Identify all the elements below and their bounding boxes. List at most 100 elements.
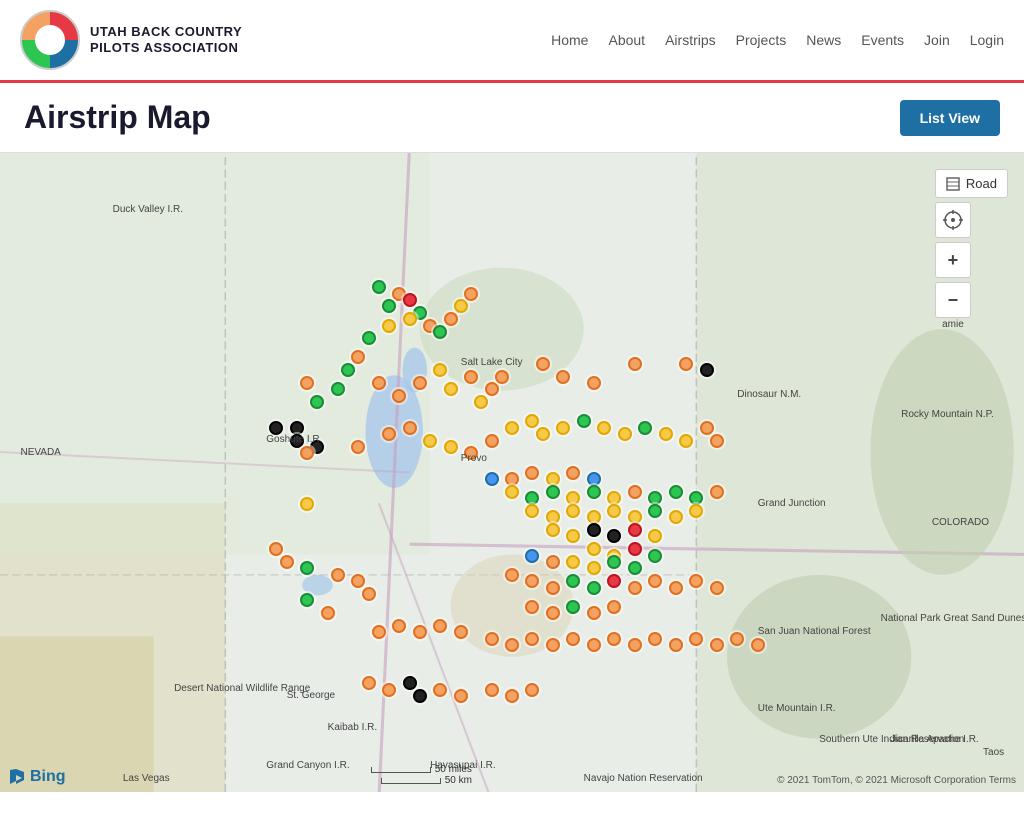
airstrip-marker[interactable] bbox=[648, 549, 662, 563]
airstrip-marker[interactable] bbox=[505, 421, 519, 435]
airstrip-marker[interactable] bbox=[536, 357, 550, 371]
airstrip-marker[interactable] bbox=[525, 600, 539, 614]
airstrip-marker[interactable] bbox=[546, 638, 560, 652]
airstrip-marker[interactable] bbox=[525, 466, 539, 480]
airstrip-marker[interactable] bbox=[372, 376, 386, 390]
airstrip-marker[interactable] bbox=[628, 357, 642, 371]
airstrip-marker[interactable] bbox=[444, 312, 458, 326]
airstrip-marker[interactable] bbox=[341, 363, 355, 377]
airstrip-marker[interactable] bbox=[679, 434, 693, 448]
airstrip-marker[interactable] bbox=[556, 421, 570, 435]
airstrip-marker[interactable] bbox=[433, 683, 447, 697]
airstrip-marker[interactable] bbox=[392, 389, 406, 403]
airstrip-marker[interactable] bbox=[485, 632, 499, 646]
airstrip-marker[interactable] bbox=[310, 395, 324, 409]
airstrip-marker[interactable] bbox=[689, 504, 703, 518]
airstrip-marker[interactable] bbox=[566, 574, 580, 588]
airstrip-marker[interactable] bbox=[659, 427, 673, 441]
road-toggle-button[interactable]: Road bbox=[935, 169, 1008, 198]
airstrip-marker[interactable] bbox=[628, 485, 642, 499]
airstrip-marker[interactable] bbox=[577, 414, 591, 428]
airstrip-marker[interactable] bbox=[403, 421, 417, 435]
airstrip-marker[interactable] bbox=[505, 689, 519, 703]
airstrip-marker[interactable] bbox=[669, 638, 683, 652]
airstrip-marker[interactable] bbox=[290, 434, 304, 448]
airstrip-marker[interactable] bbox=[382, 299, 396, 313]
airstrip-marker[interactable] bbox=[372, 625, 386, 639]
airstrip-marker[interactable] bbox=[710, 581, 724, 595]
airstrip-marker[interactable] bbox=[382, 319, 396, 333]
airstrip-marker[interactable] bbox=[464, 370, 478, 384]
airstrip-marker[interactable] bbox=[403, 312, 417, 326]
airstrip-marker[interactable] bbox=[648, 574, 662, 588]
airstrip-marker[interactable] bbox=[525, 574, 539, 588]
airstrip-marker[interactable] bbox=[413, 625, 427, 639]
airstrip-marker[interactable] bbox=[710, 485, 724, 499]
airstrip-marker[interactable] bbox=[423, 434, 437, 448]
airstrip-marker[interactable] bbox=[454, 625, 468, 639]
airstrip-marker[interactable] bbox=[669, 485, 683, 499]
airstrip-marker[interactable] bbox=[587, 606, 601, 620]
nav-projects[interactable]: Projects bbox=[736, 32, 787, 48]
airstrip-marker[interactable] bbox=[485, 683, 499, 697]
airstrip-marker[interactable] bbox=[679, 357, 693, 371]
airstrip-marker[interactable] bbox=[700, 363, 714, 377]
airstrip-marker[interactable] bbox=[566, 600, 580, 614]
airstrip-marker[interactable] bbox=[269, 542, 283, 556]
airstrip-marker[interactable] bbox=[321, 606, 335, 620]
airstrip-marker[interactable] bbox=[300, 561, 314, 575]
airstrip-marker[interactable] bbox=[566, 504, 580, 518]
zoom-in-button[interactable]: + bbox=[935, 242, 971, 278]
airstrip-marker[interactable] bbox=[300, 497, 314, 511]
airstrip-marker[interactable] bbox=[485, 434, 499, 448]
airstrip-marker[interactable] bbox=[362, 587, 376, 601]
airstrip-marker[interactable] bbox=[362, 676, 376, 690]
airstrip-marker[interactable] bbox=[607, 632, 621, 646]
airstrip-marker[interactable] bbox=[628, 561, 642, 575]
nav-events[interactable]: Events bbox=[861, 32, 904, 48]
airstrip-marker[interactable] bbox=[597, 421, 611, 435]
airstrip-marker[interactable] bbox=[546, 581, 560, 595]
airstrip-marker[interactable] bbox=[505, 485, 519, 499]
airstrip-marker[interactable] bbox=[628, 542, 642, 556]
airstrip-marker[interactable] bbox=[618, 427, 632, 441]
airstrip-marker[interactable] bbox=[587, 485, 601, 499]
map-container[interactable]: Duck Valley I.R.NEVADASalt Lake CityProv… bbox=[0, 152, 1024, 792]
airstrip-marker[interactable] bbox=[587, 638, 601, 652]
airstrip-marker[interactable] bbox=[300, 376, 314, 390]
airstrip-marker[interactable] bbox=[607, 600, 621, 614]
list-view-button[interactable]: List View bbox=[900, 100, 1000, 136]
airstrip-marker[interactable] bbox=[700, 421, 714, 435]
airstrip-marker[interactable] bbox=[444, 440, 458, 454]
airstrip-marker[interactable] bbox=[280, 555, 294, 569]
airstrip-marker[interactable] bbox=[351, 574, 365, 588]
airstrip-marker[interactable] bbox=[351, 440, 365, 454]
airstrip-marker[interactable] bbox=[382, 427, 396, 441]
airstrip-marker[interactable] bbox=[536, 427, 550, 441]
airstrip-marker[interactable] bbox=[587, 542, 601, 556]
airstrip-marker[interactable] bbox=[505, 568, 519, 582]
airstrip-marker[interactable] bbox=[403, 676, 417, 690]
airstrip-marker[interactable] bbox=[392, 619, 406, 633]
airstrip-marker[interactable] bbox=[587, 581, 601, 595]
airstrip-marker[interactable] bbox=[485, 472, 499, 486]
airstrip-marker[interactable] bbox=[628, 638, 642, 652]
airstrip-marker[interactable] bbox=[546, 523, 560, 537]
nav-home[interactable]: Home bbox=[551, 32, 588, 48]
nav-news[interactable]: News bbox=[806, 32, 841, 48]
nav-join[interactable]: Join bbox=[924, 32, 950, 48]
airstrip-marker[interactable] bbox=[669, 510, 683, 524]
airstrip-marker[interactable] bbox=[525, 632, 539, 646]
airstrip-marker[interactable] bbox=[628, 523, 642, 537]
airstrip-marker[interactable] bbox=[566, 555, 580, 569]
airstrip-marker[interactable] bbox=[648, 529, 662, 543]
airstrip-marker[interactable] bbox=[362, 331, 376, 345]
airstrip-marker[interactable] bbox=[607, 555, 621, 569]
airstrip-marker[interactable] bbox=[454, 299, 468, 313]
nav-login[interactable]: Login bbox=[970, 32, 1004, 48]
zoom-out-button[interactable]: − bbox=[935, 282, 971, 318]
airstrip-marker[interactable] bbox=[454, 689, 468, 703]
nav-airstrips[interactable]: Airstrips bbox=[665, 32, 716, 48]
airstrip-marker[interactable] bbox=[433, 619, 447, 633]
airstrip-marker[interactable] bbox=[474, 395, 488, 409]
